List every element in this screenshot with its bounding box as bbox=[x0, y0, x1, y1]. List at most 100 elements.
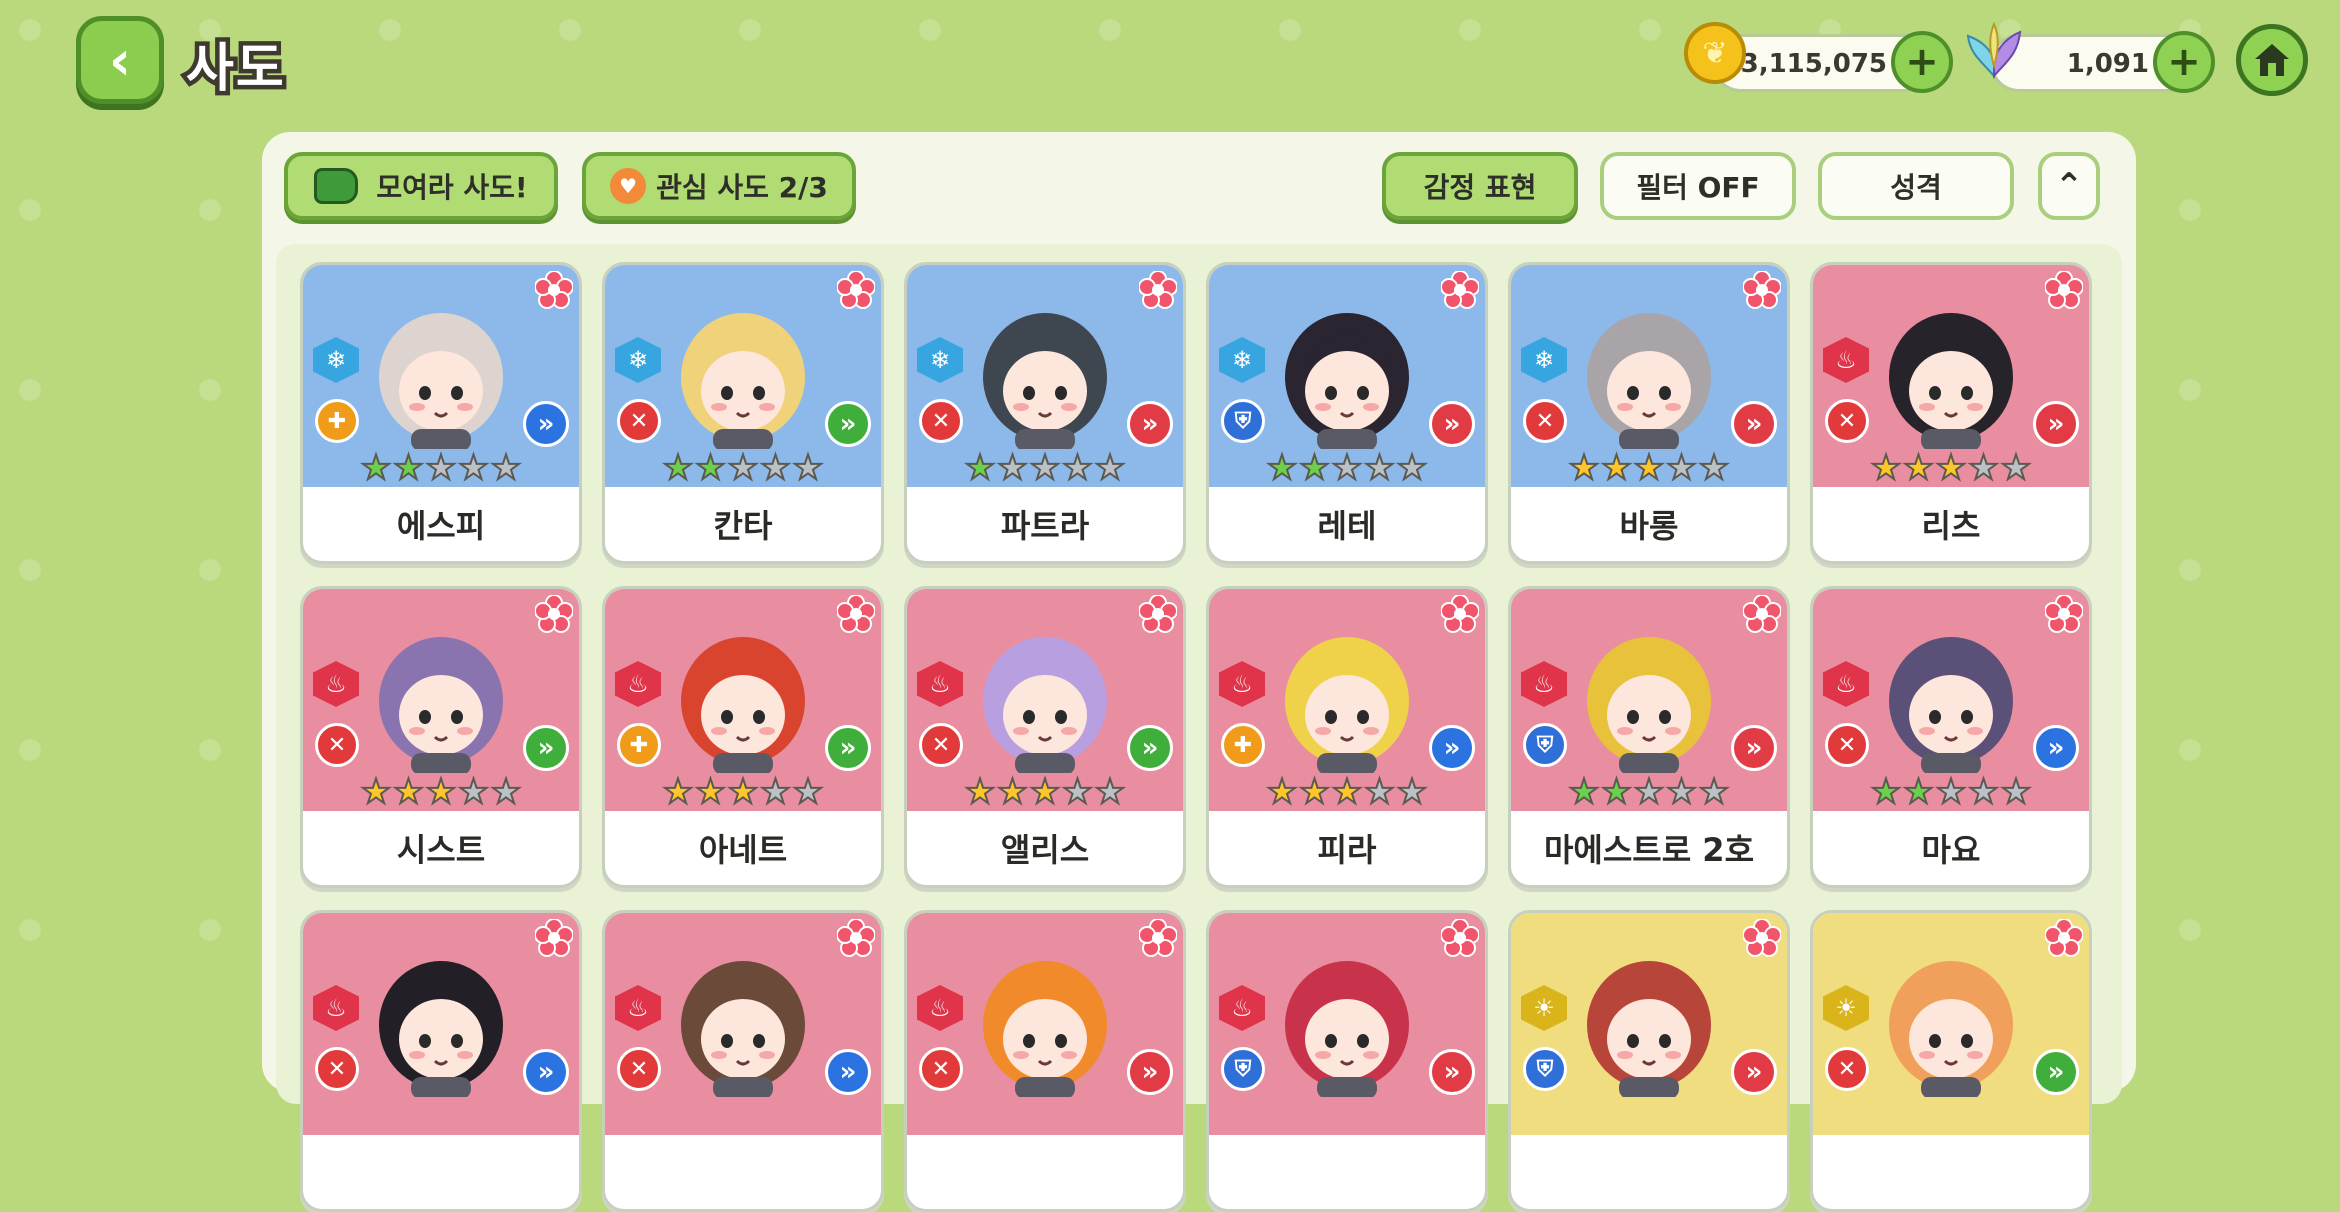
star-icon: ★ bbox=[1902, 448, 1935, 488]
star-icon: ★ bbox=[996, 772, 1029, 812]
star-icon: ★ bbox=[662, 772, 695, 812]
character-card[interactable]: ❄ ✕» ★ ★ ★ ★ ★ 바롱 bbox=[1508, 262, 1790, 564]
star-rating: ★ ★ ★ ★ ★ bbox=[605, 448, 881, 488]
tank-role-icon: ⛨ bbox=[1523, 723, 1567, 767]
flower-icon[interactable] bbox=[535, 271, 573, 309]
flower-icon[interactable] bbox=[1441, 919, 1479, 957]
character-card[interactable]: ♨ ✕» bbox=[300, 910, 582, 1212]
atk-role-icon: ✕ bbox=[919, 723, 963, 767]
flower-icon[interactable] bbox=[1743, 271, 1781, 309]
class-arrow-icon: » bbox=[1429, 401, 1475, 447]
page-title: 사도 bbox=[182, 35, 289, 104]
character-card[interactable]: ❄ ✚» ★ ★ ★ ★ ★ 에스피 bbox=[300, 262, 582, 564]
star-icon: ★ bbox=[1870, 772, 1903, 812]
star-icon: ★ bbox=[1633, 772, 1666, 812]
flower-icon[interactable] bbox=[1139, 919, 1177, 957]
flower-icon[interactable] bbox=[2045, 271, 2083, 309]
character-card[interactable]: ❄ ⛨» ★ ★ ★ ★ ★ 레테 bbox=[1206, 262, 1488, 564]
personality-button[interactable]: 성격 bbox=[1818, 152, 2014, 220]
character-card[interactable]: ❄ ✕» ★ ★ ★ ★ ★ 파트라 bbox=[904, 262, 1186, 564]
emotion-button[interactable]: 감정 표현 bbox=[1382, 152, 1578, 220]
class-arrow-icon: » bbox=[2033, 401, 2079, 447]
character-art bbox=[681, 961, 805, 1097]
flower-icon[interactable] bbox=[535, 595, 573, 633]
character-card[interactable]: ❄ ✕» ★ ★ ★ ★ ★ 칸타 bbox=[602, 262, 884, 564]
character-name: 바롱 bbox=[1619, 507, 1679, 545]
star-icon: ★ bbox=[425, 448, 458, 488]
star-icon: ★ bbox=[662, 448, 695, 488]
character-card[interactable]: ♨ ✕» bbox=[904, 910, 1186, 1212]
heal-role-icon: ✚ bbox=[315, 399, 359, 443]
star-icon: ★ bbox=[727, 772, 760, 812]
personality-label: 성격 bbox=[1890, 171, 1942, 204]
class-arrow-icon: » bbox=[1731, 725, 1777, 771]
class-arrow-icon: » bbox=[1127, 725, 1173, 771]
character-card[interactable]: ♨ ✕» ★ ★ ★ ★ ★ 시스트 bbox=[300, 586, 582, 888]
character-name: 앨리스 bbox=[1000, 831, 1090, 869]
flower-icon[interactable] bbox=[837, 271, 875, 309]
flower-icon[interactable] bbox=[1441, 595, 1479, 633]
character-art bbox=[1889, 313, 2013, 449]
home-button[interactable] bbox=[2236, 24, 2308, 96]
character-card[interactable]: ♨ ✕» bbox=[602, 910, 884, 1212]
character-card[interactable]: ☀ ⛨» bbox=[1508, 910, 1790, 1212]
star-icon: ★ bbox=[759, 448, 792, 488]
star-icon: ★ bbox=[1396, 772, 1429, 812]
character-art bbox=[379, 313, 503, 449]
star-icon: ★ bbox=[490, 448, 523, 488]
favorite-button[interactable]: ♥ 관심 사도 2/3 bbox=[582, 152, 856, 220]
atk-role-icon: ✕ bbox=[315, 1047, 359, 1091]
character-card[interactable]: ♨ ✕» ★ ★ ★ ★ ★ 리츠 bbox=[1810, 262, 2092, 564]
atk-role-icon: ✕ bbox=[919, 1047, 963, 1091]
back-button[interactable]: ‹ bbox=[76, 16, 164, 104]
flower-icon[interactable] bbox=[837, 919, 875, 957]
star-icon: ★ bbox=[1935, 448, 1968, 488]
flower-icon[interactable] bbox=[1139, 271, 1177, 309]
star-icon: ★ bbox=[1600, 772, 1633, 812]
flower-icon[interactable] bbox=[2045, 595, 2083, 633]
class-arrow-icon: » bbox=[523, 401, 569, 447]
character-card[interactable]: ♨ ✕» ★ ★ ★ ★ ★ 마요 bbox=[1810, 586, 2092, 888]
flower-icon[interactable] bbox=[535, 919, 573, 957]
character-card[interactable]: ♨ ✚» ★ ★ ★ ★ ★ 피라 bbox=[1206, 586, 1488, 888]
star-rating: ★ ★ ★ ★ ★ bbox=[907, 450, 1183, 486]
star-icon: ★ bbox=[1298, 448, 1331, 488]
add-gold-button[interactable]: + bbox=[1891, 31, 1953, 93]
flower-icon[interactable] bbox=[2045, 919, 2083, 957]
emotion-label: 감정 표현 bbox=[1423, 171, 1537, 204]
star-icon: ★ bbox=[1665, 772, 1698, 812]
atk-role-icon: ✕ bbox=[617, 399, 661, 443]
character-name: 마요 bbox=[1921, 831, 1981, 869]
gold-coin-icon: ❦ bbox=[1684, 22, 1746, 84]
flower-icon[interactable] bbox=[1139, 595, 1177, 633]
character-card[interactable]: ☀ ✕» bbox=[1810, 910, 2092, 1212]
class-arrow-icon: » bbox=[1127, 1049, 1173, 1095]
flower-icon[interactable] bbox=[1743, 919, 1781, 957]
atk-role-icon: ✕ bbox=[1825, 1047, 1869, 1091]
star-icon: ★ bbox=[694, 448, 727, 488]
flower-icon[interactable] bbox=[1743, 595, 1781, 633]
flower-icon[interactable] bbox=[837, 595, 875, 633]
filter-button[interactable]: 필터 OFF bbox=[1600, 152, 1796, 220]
gem-value: 1,091 bbox=[2066, 49, 2149, 79]
class-arrow-icon: » bbox=[1731, 1049, 1777, 1095]
character-name: 마에스트로 2호 bbox=[1543, 831, 1755, 869]
tank-role-icon: ⛨ bbox=[1221, 1047, 1265, 1091]
character-name: 아네트 bbox=[698, 831, 788, 869]
gather-button[interactable]: 모여라 사도! bbox=[284, 152, 558, 220]
star-icon: ★ bbox=[1094, 772, 1127, 812]
character-card[interactable]: ♨ ⛨» ★ ★ ★ ★ ★ 마에스트로 2호 bbox=[1508, 586, 1790, 888]
character-card[interactable]: ♨ ⛨» bbox=[1206, 910, 1488, 1212]
character-card[interactable]: ♨ ✚» ★ ★ ★ ★ ★ 아네트 bbox=[602, 586, 884, 888]
character-name: 리츠 bbox=[1921, 507, 1981, 545]
collapse-button[interactable]: ⌃ bbox=[2038, 152, 2100, 220]
star-icon: ★ bbox=[1698, 448, 1731, 488]
add-gem-button[interactable]: + bbox=[2153, 31, 2215, 93]
character-card[interactable]: ♨ ✕» ★ ★ ★ ★ ★ 앨리스 bbox=[904, 586, 1186, 888]
star-icon: ★ bbox=[1633, 448, 1666, 488]
character-art bbox=[983, 313, 1107, 449]
star-icon: ★ bbox=[1396, 448, 1429, 488]
flower-icon[interactable] bbox=[1441, 271, 1479, 309]
heart-icon: ♥ bbox=[610, 168, 647, 204]
star-icon: ★ bbox=[1331, 772, 1364, 812]
